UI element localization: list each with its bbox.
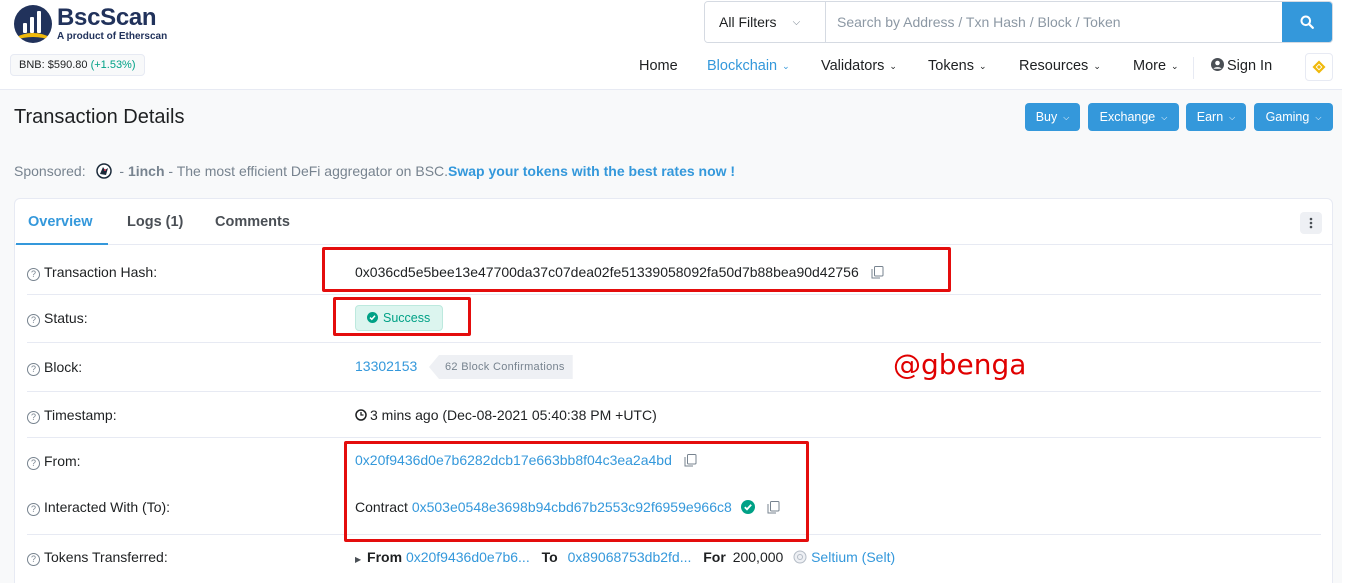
gaming-button[interactable]: Gaming ⌵ [1254, 103, 1333, 131]
site-header: BscScan A product of Etherscan BNB: $590… [0, 0, 1349, 90]
clock-icon [355, 409, 367, 421]
tab-overview[interactable]: Overview [28, 214, 93, 230]
logo-icon [14, 5, 52, 43]
chevron-down-icon: ⌄ [1171, 61, 1179, 71]
more-options-button[interactable] [1300, 212, 1322, 234]
sponsored-banner: Sponsored: - 1inch - The most efficient … [14, 163, 736, 179]
nav-home[interactable]: Home [639, 58, 678, 74]
tokens-transferred-label: ? Tokens Transferred: [27, 549, 168, 566]
bscscan-logo[interactable]: BscScan A product of Etherscan [14, 5, 167, 43]
token-transfer-entry: ▶ From 0x20f9436d0e7b6... To 0x89068753d… [355, 549, 895, 565]
tt-for-label: For [703, 549, 726, 565]
chevron-down-icon: ⌵ [792, 16, 801, 28]
chevron-down-icon: ⌄ [782, 61, 790, 71]
chevron-down-icon: ⌄ [1093, 61, 1101, 71]
nav-resources[interactable]: Resources ⌄ [1019, 58, 1101, 74]
user-icon [1211, 58, 1224, 71]
help-icon[interactable]: ? [27, 503, 40, 516]
logo-subtitle: A product of Etherscan [57, 31, 168, 42]
tt-to-label: To [541, 549, 558, 565]
nav-sign-in[interactable]: Sign In [1211, 58, 1272, 74]
filter-label: All Filters [719, 14, 777, 30]
scrollbar[interactable] [1342, 0, 1349, 583]
tt-from-address[interactable]: 0x20f9436d0e7b6... [406, 549, 530, 565]
token-icon [793, 550, 807, 564]
1inch-logo-icon [95, 163, 112, 179]
search-input[interactable] [826, 2, 1282, 42]
help-icon[interactable]: ? [27, 411, 40, 424]
row-timestamp: ? Timestamp: 3 mins ago (Dec-08-2021 05:4… [27, 392, 1321, 438]
help-icon[interactable]: ? [27, 314, 40, 327]
tt-to-address[interactable]: 0x89068753db2fd... [568, 549, 692, 565]
tt-from-label: From [367, 549, 403, 565]
chevron-down-icon: ⌵ [1229, 113, 1236, 122]
row-status: ? Status: [27, 295, 1321, 343]
tab-logs[interactable]: Logs (1) [127, 214, 183, 230]
sponsor-text: - The most efficient DeFi aggregator on … [164, 163, 449, 179]
nav-more[interactable]: More ⌄ [1133, 58, 1179, 74]
sponsor-brand: 1inch [127, 163, 165, 179]
nav-divider [1193, 57, 1194, 79]
annotation-box-status [333, 297, 471, 336]
search-bar: All Filters ⌵ [704, 1, 1333, 43]
to-label: ? Interacted With (To): [27, 499, 170, 516]
nav-tokens[interactable]: Tokens ⌄ [928, 58, 987, 74]
annotation-box-hash [322, 247, 951, 292]
tt-token-link[interactable]: Seltium (Selt) [811, 549, 895, 565]
search-icon [1300, 15, 1314, 29]
transaction-hash-label: ? Transaction Hash: [27, 264, 157, 281]
vertical-dots-icon [1309, 217, 1313, 229]
nav-validators[interactable]: Validators ⌄ [821, 58, 897, 74]
logo-title: BscScan [57, 4, 157, 31]
buy-button[interactable]: Buy ⌵ [1025, 103, 1080, 131]
active-tab-indicator [16, 243, 108, 245]
timestamp-label: ? Timestamp: [27, 407, 117, 424]
help-icon[interactable]: ? [27, 363, 40, 376]
help-icon[interactable]: ? [27, 268, 40, 281]
timestamp-value: 3 mins ago (Dec-08-2021 05:40:38 PM +UTC… [355, 407, 657, 423]
caret-right-icon: ▶ [355, 555, 362, 564]
sponsor-link[interactable]: Swap your tokens with the best rates now… [448, 163, 735, 179]
row-tokens-transferred: ? Tokens Transferred: ▶ From 0x20f9436d0e… [27, 535, 1321, 583]
help-icon[interactable]: ? [27, 457, 40, 470]
chevron-down-icon: ⌄ [889, 61, 897, 71]
nav-blockchain[interactable]: Blockchain ⌄ [707, 58, 790, 74]
help-icon[interactable]: ? [27, 553, 40, 566]
watermark-text: @gbenga [893, 348, 1027, 381]
tab-comments[interactable]: Comments [215, 214, 290, 230]
earn-button[interactable]: Earn ⌵ [1186, 103, 1246, 131]
annotation-box-addresses [344, 441, 809, 542]
page-title: Transaction Details [14, 106, 185, 128]
block-number-link[interactable]: 13302153 [355, 358, 417, 374]
bnb-network-button[interactable] [1305, 53, 1333, 81]
main-nav: Home Blockchain ⌄ Validators ⌄ Tokens ⌄ Res… [0, 58, 1349, 78]
block-label: ? Block: [27, 359, 82, 376]
filter-dropdown[interactable]: All Filters ⌵ [705, 2, 826, 42]
bnb-icon [1312, 60, 1326, 74]
search-button[interactable] [1282, 2, 1332, 42]
row-block: ? Block: 13302153 [27, 343, 1321, 392]
tab-bar: Overview Logs (1) Comments [15, 199, 1332, 245]
chevron-down-icon: ⌵ [1161, 113, 1168, 122]
sponsored-label: Sponsored: [14, 163, 86, 179]
chevron-down-icon: ⌵ [1063, 113, 1070, 122]
from-label: ? From: [27, 453, 81, 470]
chevron-down-icon: ⌵ [1315, 113, 1322, 122]
exchange-button[interactable]: Exchange ⌵ [1088, 103, 1179, 131]
tt-amount: 200,000 [732, 549, 784, 565]
block-confirmations-badge: 62 Block Confirmations [429, 355, 573, 379]
status-label: ? Status: [27, 310, 88, 327]
chevron-down-icon: ⌄ [978, 61, 987, 71]
